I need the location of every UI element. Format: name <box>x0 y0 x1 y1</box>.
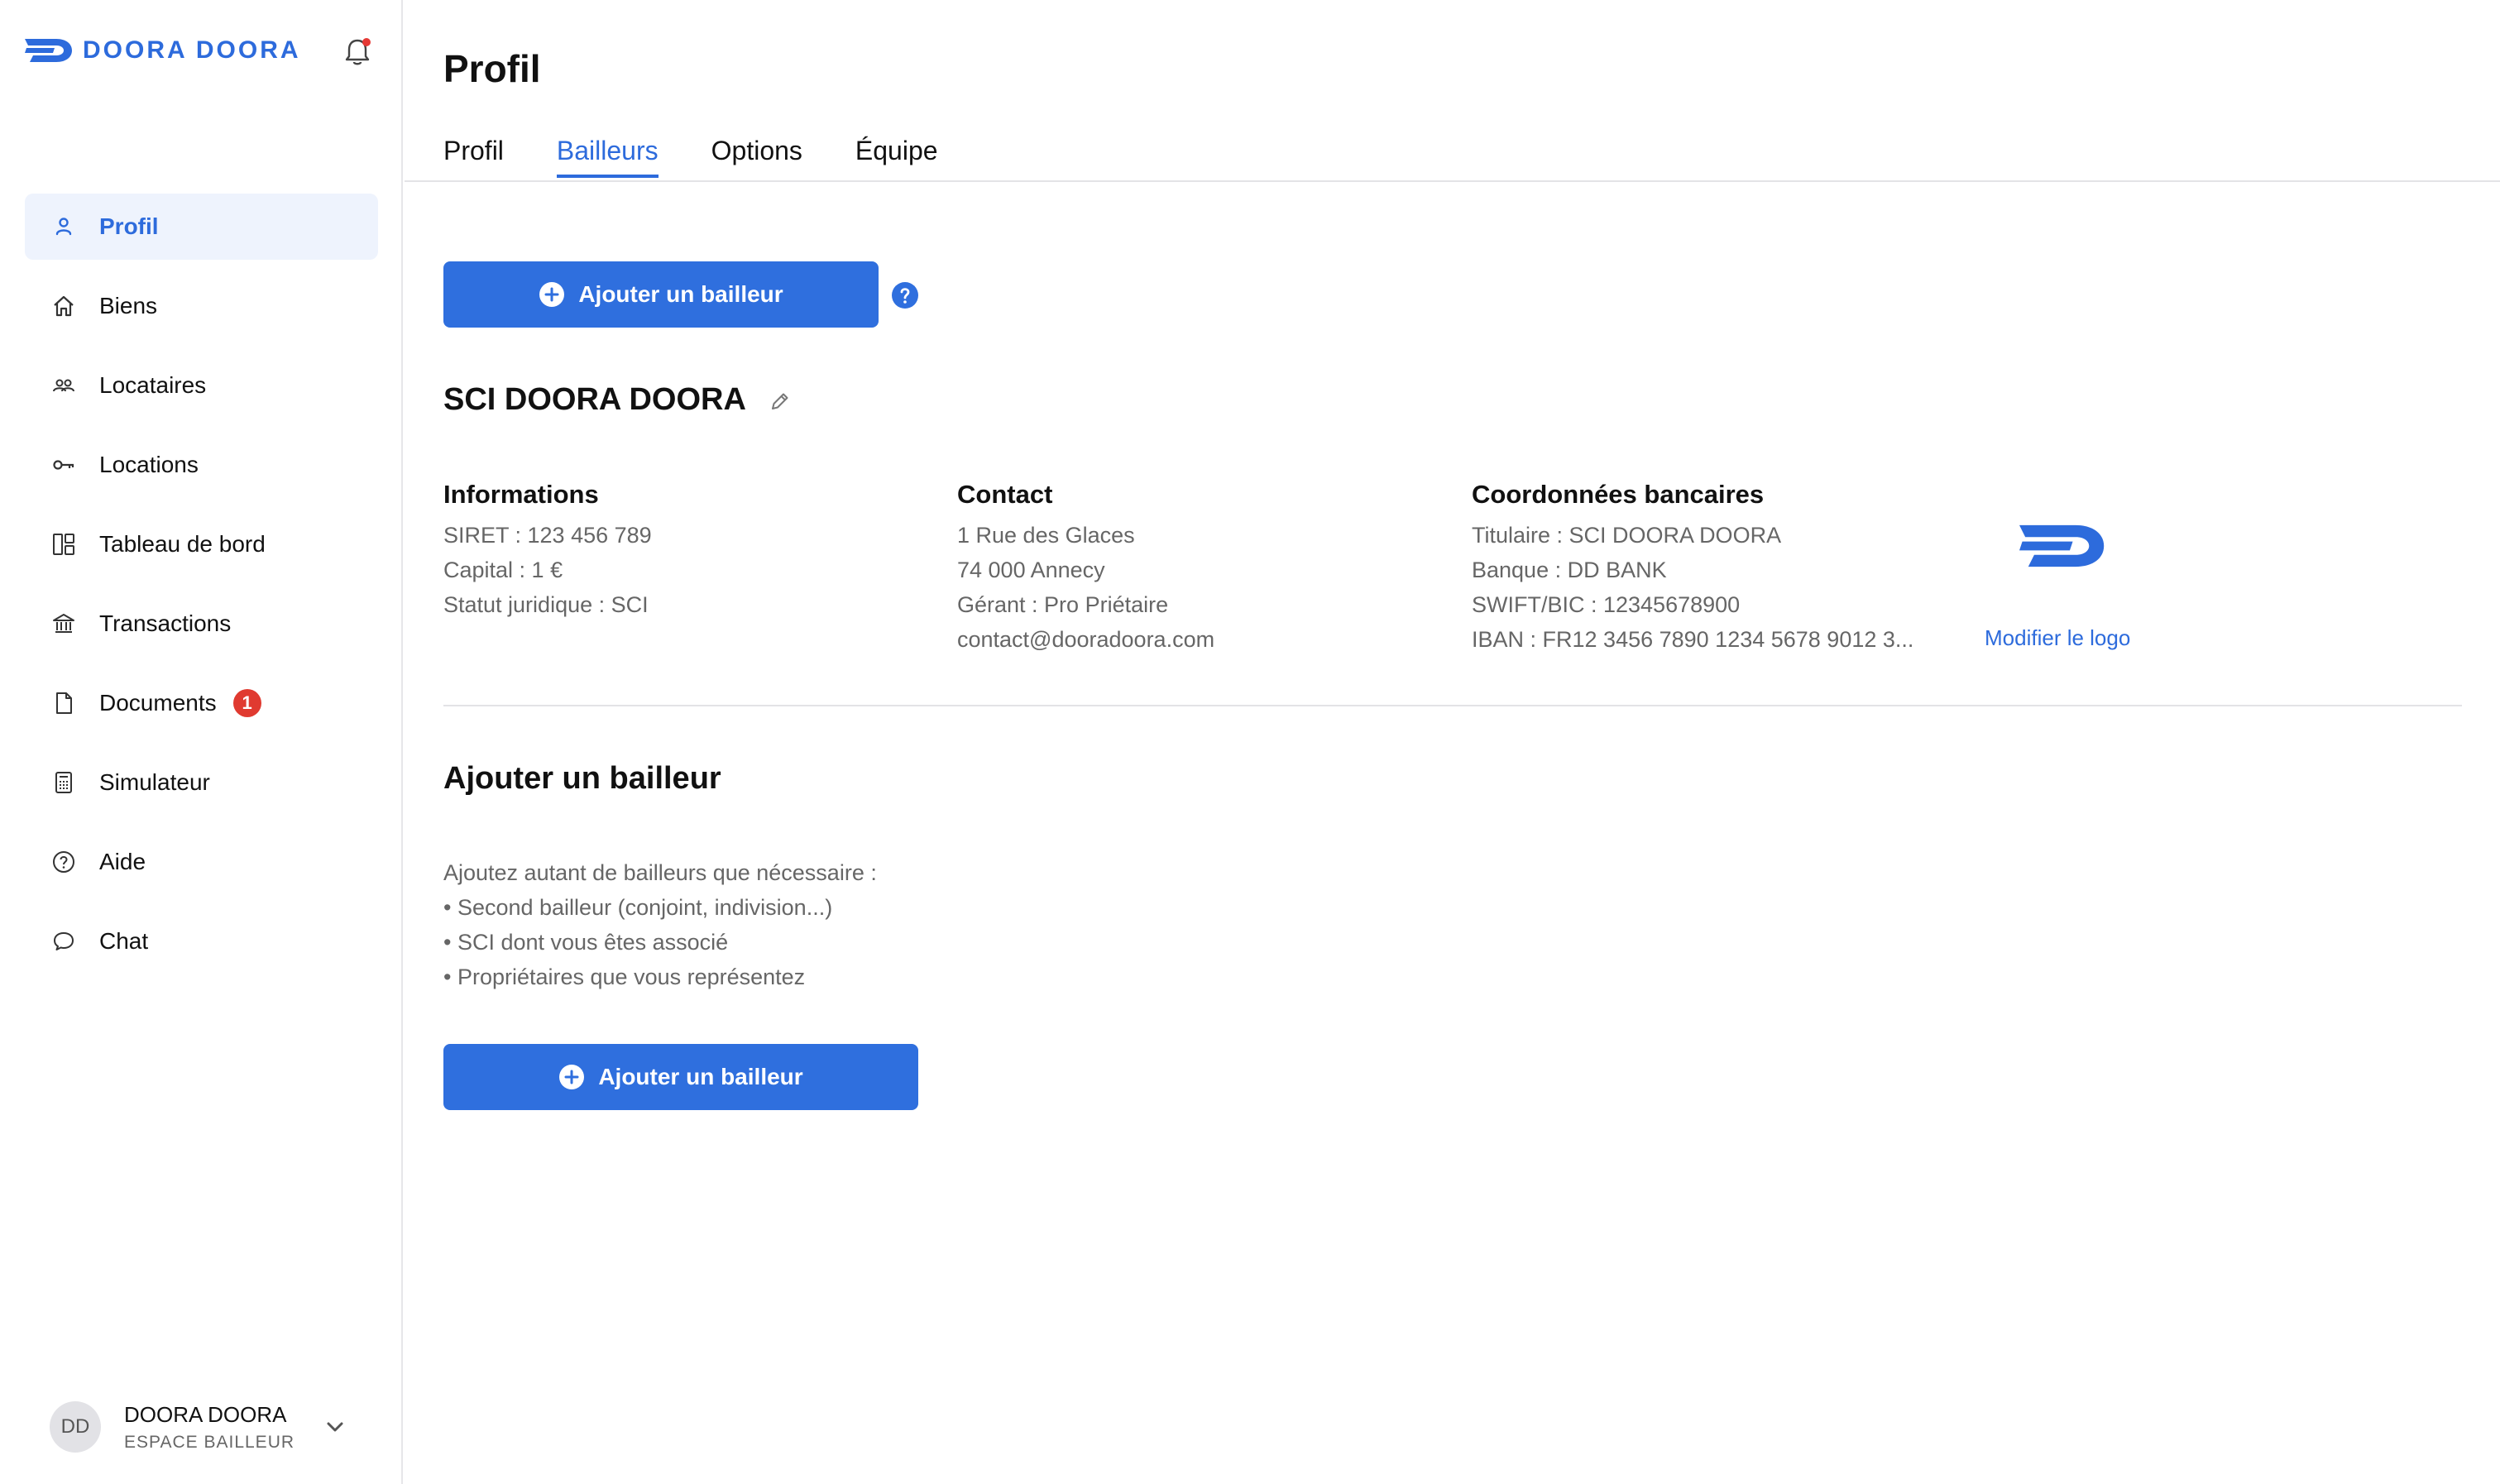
manager-text: Gérant : Pro Priétaire <box>957 592 1169 617</box>
account-role: ESPACE BAILLEUR <box>124 1432 295 1452</box>
account-name: DOORA DOORA <box>124 1401 287 1427</box>
edit-logo-link[interactable]: Modifier le logo <box>1985 625 2130 651</box>
home-icon <box>51 294 76 318</box>
documents-badge: 1 <box>232 689 261 717</box>
sidebar-item-label: Simulateur <box>99 769 210 795</box>
sidebar-item-documents[interactable]: Documents 1 <box>25 670 378 736</box>
sidebar: DOORA DOORA Profil Biens Locataires Loca… <box>0 0 403 1484</box>
sidebar-item-label: Biens <box>99 293 158 318</box>
address-line-2: 74 000 Annecy <box>957 558 1105 582</box>
tab-options[interactable]: Options <box>711 136 802 178</box>
pencil-icon[interactable] <box>768 389 793 414</box>
tab-equipe[interactable]: Équipe <box>855 136 938 178</box>
sidebar-item-simulateur[interactable]: Simulateur <box>25 749 378 816</box>
add-bailleur-section-title: Ajouter un bailleur <box>443 761 721 796</box>
notification-dot <box>362 38 371 46</box>
sidebar-item-label: Locataires <box>99 372 207 398</box>
dashboard-icon <box>51 532 76 557</box>
page-title: Profil <box>443 47 541 90</box>
tabs-divider <box>405 180 2500 182</box>
sidebar-item-label: Documents <box>99 690 217 716</box>
address-line-1: 1 Rue des Glaces <box>957 523 1135 548</box>
add-bailleur-button[interactable]: Ajouter un bailleur <box>443 261 879 328</box>
notifications-button[interactable] <box>342 36 372 68</box>
plus-circle-icon <box>539 282 565 307</box>
iban-text: IBAN : FR12 3456 7890 1234 5678 9012 3..… <box>1472 627 1914 652</box>
bailleur-name: SCI DOORA DOORA <box>443 382 746 417</box>
brand-name: DOORA DOORA <box>83 36 301 64</box>
sidebar-item-tableau-de-bord[interactable]: Tableau de bord <box>25 511 378 577</box>
sidebar-item-aide[interactable]: Aide <box>25 829 378 895</box>
main-content: Profil Profil Bailleurs Options Équipe A… <box>405 0 2500 1484</box>
informations-section: Informations SIRET : 123 456 789 Capital… <box>443 480 652 622</box>
bank-title: Coordonnées bancaires <box>1472 480 1765 509</box>
people-icon <box>51 373 76 398</box>
account-switcher[interactable]: DD DOORA DOORA ESPACE BAILLEUR <box>50 1398 356 1456</box>
description-line: • Second bailleur (conjoint, indivision.… <box>443 895 833 920</box>
add-bailleur-label: Ajouter un bailleur <box>578 281 783 307</box>
sidebar-item-label: Tableau de bord <box>99 531 266 557</box>
bank-name-text: Banque : DD BANK <box>1472 558 1667 582</box>
bank-section: Coordonnées bancaires Titulaire : SCI DO… <box>1472 480 1952 657</box>
bank-icon <box>51 611 76 636</box>
tab-profil[interactable]: Profil <box>443 136 504 178</box>
brand[interactable]: DOORA DOORA <box>25 36 301 65</box>
legal-status-text: Statut juridique : SCI <box>443 592 649 617</box>
sidebar-item-label: Aide <box>99 849 146 874</box>
sidebar-item-transactions[interactable]: Transactions <box>25 591 378 657</box>
help-circle-icon <box>51 850 76 874</box>
plus-circle-icon <box>559 1065 585 1089</box>
sidebar-item-label: Transactions <box>99 610 232 636</box>
user-icon <box>51 214 76 239</box>
bailleur-logo-icon <box>2019 524 2105 567</box>
add-bailleur-label: Ajouter un bailleur <box>598 1064 803 1089</box>
section-divider <box>443 705 2462 706</box>
tabs: Profil Bailleurs Options Équipe <box>443 136 991 178</box>
sidebar-item-biens[interactable]: Biens <box>25 273 378 339</box>
description-line: • SCI dont vous êtes associé <box>443 930 729 955</box>
sidebar-item-label: Locations <box>99 452 199 477</box>
sidebar-item-label: Profil <box>99 213 159 239</box>
chevron-down-icon <box>327 1422 343 1432</box>
description-line: • Propriétaires que vous représentez <box>443 965 806 989</box>
key-icon <box>51 452 76 477</box>
contact-title: Contact <box>957 480 1053 509</box>
swift-text: SWIFT/BIC : 12345678900 <box>1472 592 1741 617</box>
question-circle-icon[interactable] <box>891 281 919 309</box>
contact-section: Contact 1 Rue des Glaces 74 000 Annecy G… <box>957 480 1214 657</box>
avatar: DD <box>50 1401 101 1453</box>
sidebar-item-locations[interactable]: Locations <box>25 432 378 498</box>
sidebar-item-label: Chat <box>99 928 149 954</box>
email-text: contact@dooradoora.com <box>957 627 1215 652</box>
capital-text: Capital : 1 € <box>443 558 563 582</box>
tab-bailleurs[interactable]: Bailleurs <box>556 136 659 178</box>
sidebar-item-profil[interactable]: Profil <box>25 194 378 260</box>
sidebar-item-locataires[interactable]: Locataires <box>25 352 378 419</box>
chat-bubble-icon <box>51 929 76 954</box>
add-bailleur-description: Ajoutez autant de bailleurs que nécessai… <box>443 855 877 994</box>
description-line: Ajoutez autant de bailleurs que nécessai… <box>443 860 877 885</box>
calculator-icon <box>51 770 76 795</box>
add-bailleur-button-secondary[interactable]: Ajouter un bailleur <box>443 1044 918 1110</box>
account-holder-text: Titulaire : SCI DOORA DOORA <box>1472 523 1782 548</box>
sidebar-nav: Profil Biens Locataires Locations Tablea… <box>25 194 378 988</box>
siret-text: SIRET : 123 456 789 <box>443 523 652 548</box>
document-icon <box>51 691 76 716</box>
sidebar-item-chat[interactable]: Chat <box>25 908 378 974</box>
informations-title: Informations <box>443 480 599 509</box>
doora-logo-icon <box>25 39 72 62</box>
